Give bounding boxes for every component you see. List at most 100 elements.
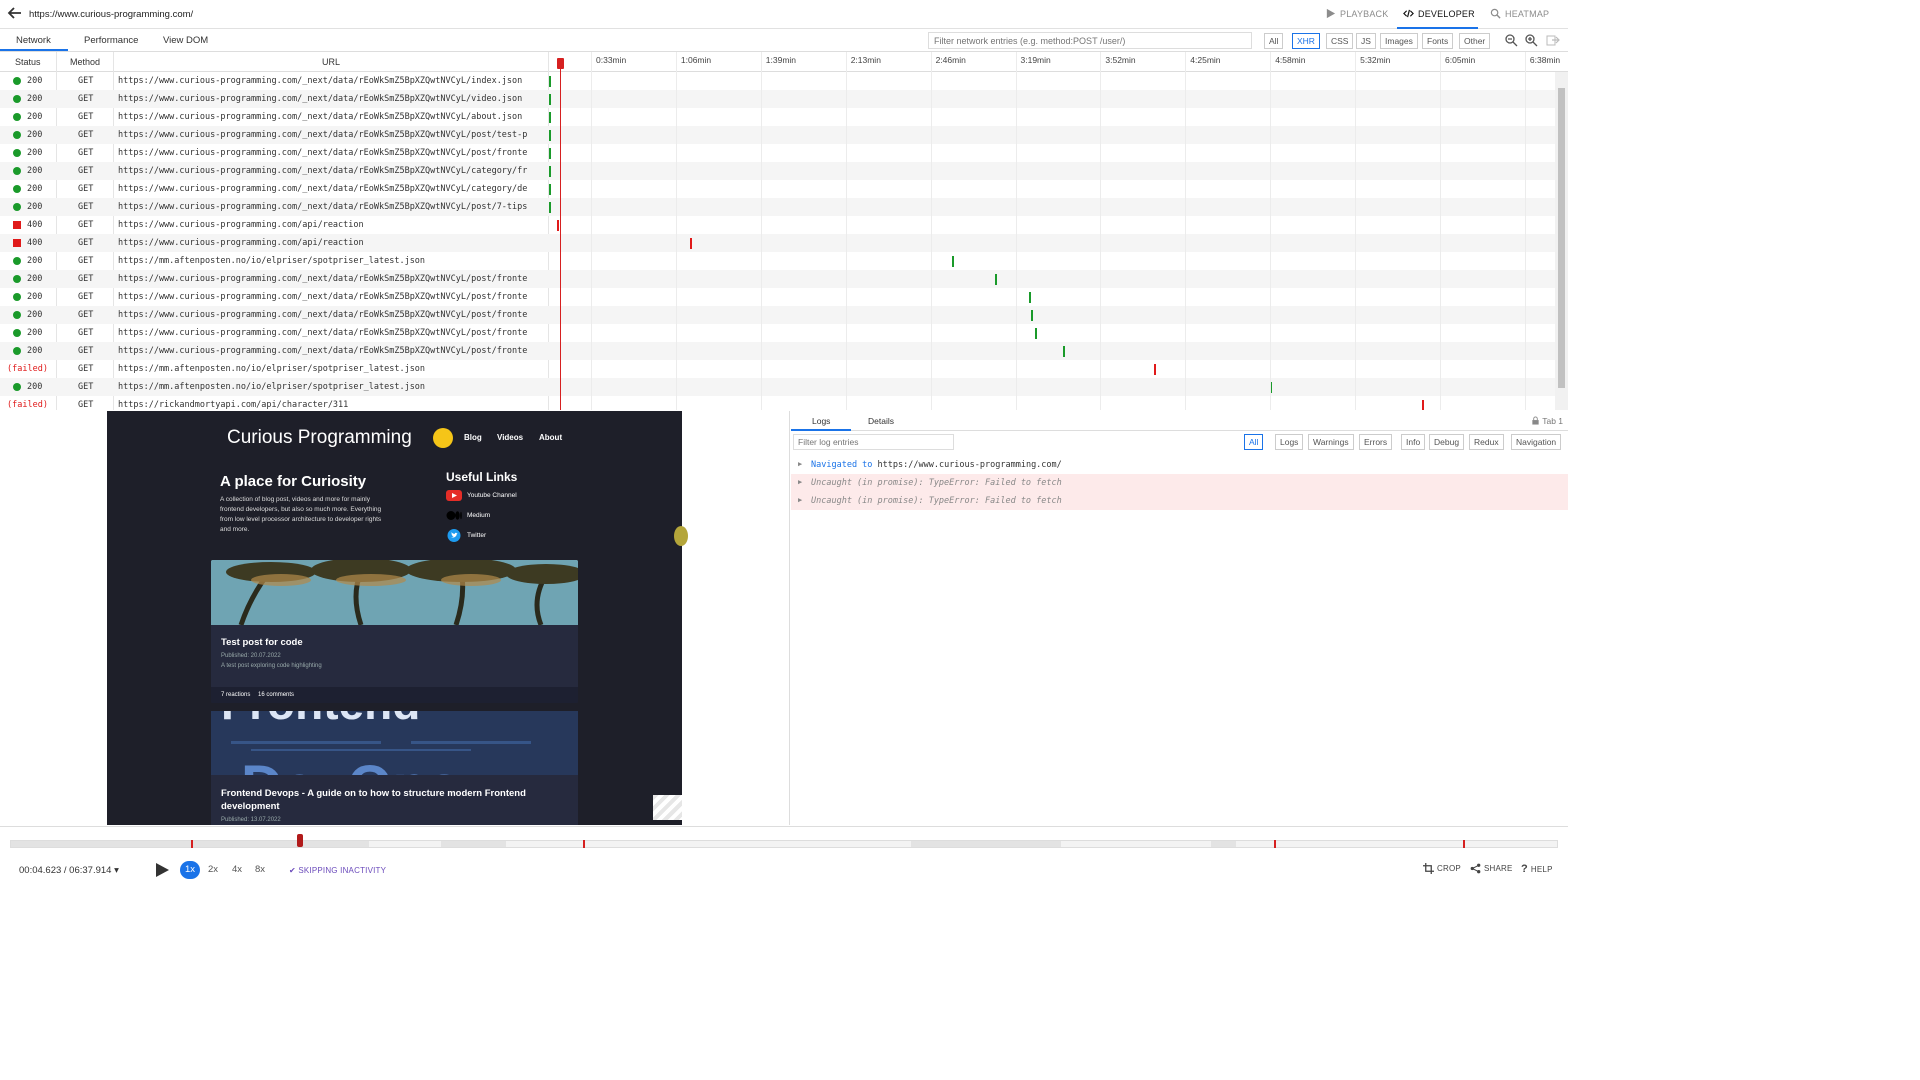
request-timing-bar[interactable]	[1154, 364, 1156, 375]
nav-blog[interactable]: Blog	[464, 433, 482, 442]
request-timing-bar[interactable]	[1035, 328, 1037, 339]
level-navigation[interactable]: Navigation	[1511, 434, 1562, 450]
request-timing-bar[interactable]	[1422, 400, 1424, 410]
request-timing-bar[interactable]	[557, 220, 559, 231]
table-row[interactable]: 200 GET https://www.curious-programming.co…	[0, 108, 1555, 126]
expand-icon[interactable]: ▶	[798, 496, 802, 504]
status-header[interactable]: Status	[15, 57, 41, 67]
error-marker[interactable]	[1463, 840, 1465, 848]
log-filter-input[interactable]	[793, 434, 954, 450]
table-row[interactable]: 200 GET https://www.curious-programming.co…	[0, 90, 1555, 108]
level-all[interactable]: All	[1244, 434, 1264, 450]
request-timing-bar[interactable]	[549, 166, 551, 177]
table-row[interactable]: (failed) GET https://rickandmortyapi.com/a…	[0, 396, 1555, 410]
export-icon[interactable]	[1546, 33, 1560, 47]
filter-all[interactable]: All	[1264, 33, 1284, 49]
table-row[interactable]: 200 GET https://www.curious-programming.co…	[0, 324, 1555, 342]
time-readout[interactable]: 00:04.623 / 06:37.914 ▾	[19, 865, 119, 876]
filter-other[interactable]: Other	[1459, 33, 1491, 49]
request-timing-bar[interactable]	[995, 274, 997, 285]
log-entry[interactable]: ▶ Navigated to https://www.curious-progr…	[791, 456, 1568, 474]
scrubber-track[interactable]	[10, 840, 1558, 848]
playback-mode-button[interactable]: PLAYBACK	[1325, 8, 1388, 19]
table-row[interactable]: 200 GET https://www.curious-programming.co…	[0, 288, 1555, 306]
request-timing-bar[interactable]	[952, 256, 954, 267]
nav-about[interactable]: About	[539, 433, 562, 442]
network-scrollbar[interactable]	[1555, 72, 1568, 410]
request-timing-bar[interactable]	[549, 94, 551, 105]
table-row[interactable]: 400 GET https://www.curious-programming.co…	[0, 234, 1555, 252]
url-header[interactable]: URL	[322, 57, 340, 67]
request-timing-bar[interactable]	[549, 76, 551, 87]
request-timing-bar[interactable]	[549, 202, 551, 213]
table-row[interactable]: 200 GET https://www.curious-programming.co…	[0, 198, 1555, 216]
request-timing-bar[interactable]	[1063, 346, 1065, 357]
table-row[interactable]: 200 GET https://mm.aftenposten.no/io/elpri…	[0, 378, 1555, 396]
speed-8x[interactable]: 8x	[255, 864, 265, 875]
table-row[interactable]: 200 GET https://www.curious-programming.co…	[0, 72, 1555, 90]
network-filter-input[interactable]	[928, 32, 1252, 49]
request-timing-bar[interactable]	[690, 238, 692, 249]
scrollbar-thumb[interactable]	[1558, 88, 1565, 388]
level-redux[interactable]: Redux	[1469, 434, 1504, 450]
filter-js[interactable]: JS	[1356, 33, 1376, 49]
zoom-out-icon[interactable]	[1504, 33, 1518, 47]
method-header[interactable]: Method	[70, 57, 100, 67]
playhead-marker[interactable]	[557, 58, 564, 69]
link-twitter[interactable]: Twitter	[446, 529, 486, 542]
table-row[interactable]: 200 GET https://www.curious-programming.co…	[0, 342, 1555, 360]
level-errors[interactable]: Errors	[1359, 434, 1393, 450]
table-row[interactable]: 200 GET https://www.curious-programming.co…	[0, 144, 1555, 162]
developer-mode-button[interactable]: DEVELOPER	[1403, 8, 1475, 19]
request-timing-bar[interactable]	[549, 148, 551, 159]
expand-icon[interactable]: ▶	[798, 478, 802, 486]
log-entry-error[interactable]: ▶ Uncaught (in promise): TypeError: Fail…	[791, 474, 1568, 492]
table-row[interactable]: (failed) GET https://mm.aftenposten.no/io/…	[0, 360, 1555, 378]
table-row[interactable]: 200 GET https://www.curious-programming.co…	[0, 306, 1555, 324]
skip-inactivity-toggle[interactable]: ✔ SKIPPING INACTIVITY	[289, 866, 386, 875]
link-youtube[interactable]: Youtube Channel	[446, 489, 517, 502]
zoom-in-icon[interactable]	[1524, 33, 1538, 47]
level-warnings[interactable]: Warnings	[1308, 434, 1354, 450]
table-row[interactable]: 200 GET https://www.curious-programming.co…	[0, 270, 1555, 288]
table-row[interactable]: 400 GET https://www.curious-programming.co…	[0, 216, 1555, 234]
tab-network[interactable]: Network	[16, 35, 51, 46]
filter-fonts[interactable]: Fonts	[1422, 33, 1454, 49]
help-button[interactable]: ? HELP	[1521, 863, 1553, 875]
level-debug[interactable]: Debug	[1429, 434, 1465, 450]
heatmap-mode-button[interactable]: HEATMAP	[1490, 8, 1549, 19]
table-row[interactable]: 200 GET https://www.curious-programming.co…	[0, 162, 1555, 180]
play-button[interactable]	[154, 862, 170, 878]
nav-videos[interactable]: Videos	[497, 433, 523, 442]
error-marker[interactable]	[583, 840, 585, 848]
error-marker[interactable]	[191, 840, 193, 848]
request-timing-bar[interactable]	[549, 112, 551, 123]
back-arrow-icon[interactable]	[7, 5, 23, 21]
filter-images[interactable]: Images	[1380, 33, 1418, 49]
level-info[interactable]: Info	[1401, 434, 1426, 450]
expand-icon[interactable]: ▶	[798, 460, 802, 468]
tab-performance[interactable]: Performance	[84, 35, 138, 46]
speed-1x[interactable]: 1x	[180, 861, 200, 879]
error-marker[interactable]	[1274, 840, 1276, 848]
filter-xhr[interactable]: XHR	[1292, 33, 1320, 49]
post-card[interactable]: Test post for code Published: 20.07.2022…	[211, 560, 578, 703]
tab-view-dom[interactable]: View DOM	[163, 35, 208, 46]
speed-2x[interactable]: 2x	[208, 864, 218, 875]
crop-button[interactable]: CROP	[1423, 863, 1461, 874]
table-row[interactable]: 200 GET https://mm.aftenposten.no/io/elpri…	[0, 252, 1555, 270]
table-row[interactable]: 200 GET https://www.curious-programming.co…	[0, 126, 1555, 144]
tab-logs[interactable]: Logs	[812, 416, 830, 426]
request-timing-bar[interactable]	[1031, 310, 1033, 321]
post-card[interactable]: Frontend DevOps Frontend Devops - A guid…	[211, 711, 578, 825]
request-timing-bar[interactable]	[549, 130, 551, 141]
filter-css[interactable]: CSS	[1326, 33, 1354, 49]
speed-4x[interactable]: 4x	[232, 864, 242, 875]
table-row[interactable]: 200 GET https://www.curious-programming.co…	[0, 180, 1555, 198]
level-logs[interactable]: Logs	[1275, 434, 1304, 450]
request-timing-bar[interactable]	[549, 184, 551, 195]
log-entry-error[interactable]: ▶ Uncaught (in promise): TypeError: Fail…	[791, 492, 1568, 510]
scrubber-handle[interactable]	[297, 834, 303, 847]
request-timing-bar[interactable]	[1029, 292, 1031, 303]
link-medium[interactable]: Medium	[446, 509, 490, 522]
